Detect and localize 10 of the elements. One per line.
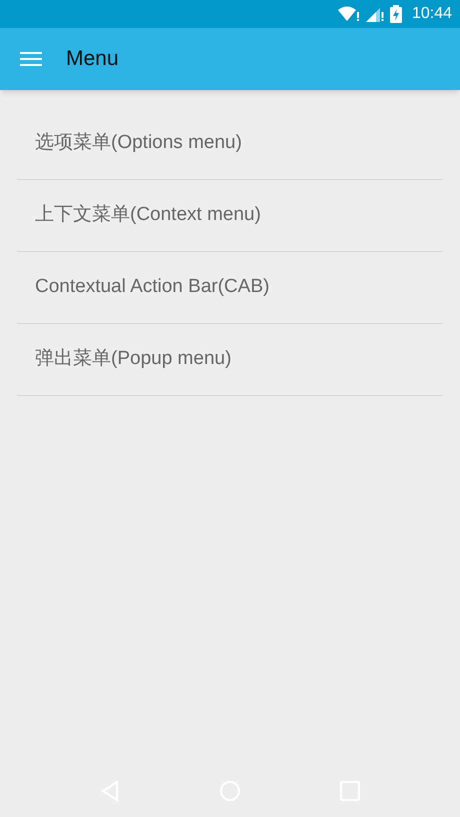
wifi-icon	[338, 6, 360, 22]
menu-item[interactable]: 选项菜单(Options menu)	[17, 108, 443, 180]
menu-item[interactable]: 弹出菜单(Popup menu)	[17, 324, 443, 396]
status-time: 10:44	[412, 4, 452, 24]
menu-icon	[20, 51, 42, 67]
menu-item[interactable]: 上下文菜单(Context menu)	[17, 180, 443, 252]
signal-icon	[366, 6, 384, 22]
menu-item[interactable]: Contextual Action Bar(CAB)	[17, 252, 443, 324]
battery-charging-icon	[390, 5, 402, 23]
app-title: Menu	[66, 46, 119, 72]
